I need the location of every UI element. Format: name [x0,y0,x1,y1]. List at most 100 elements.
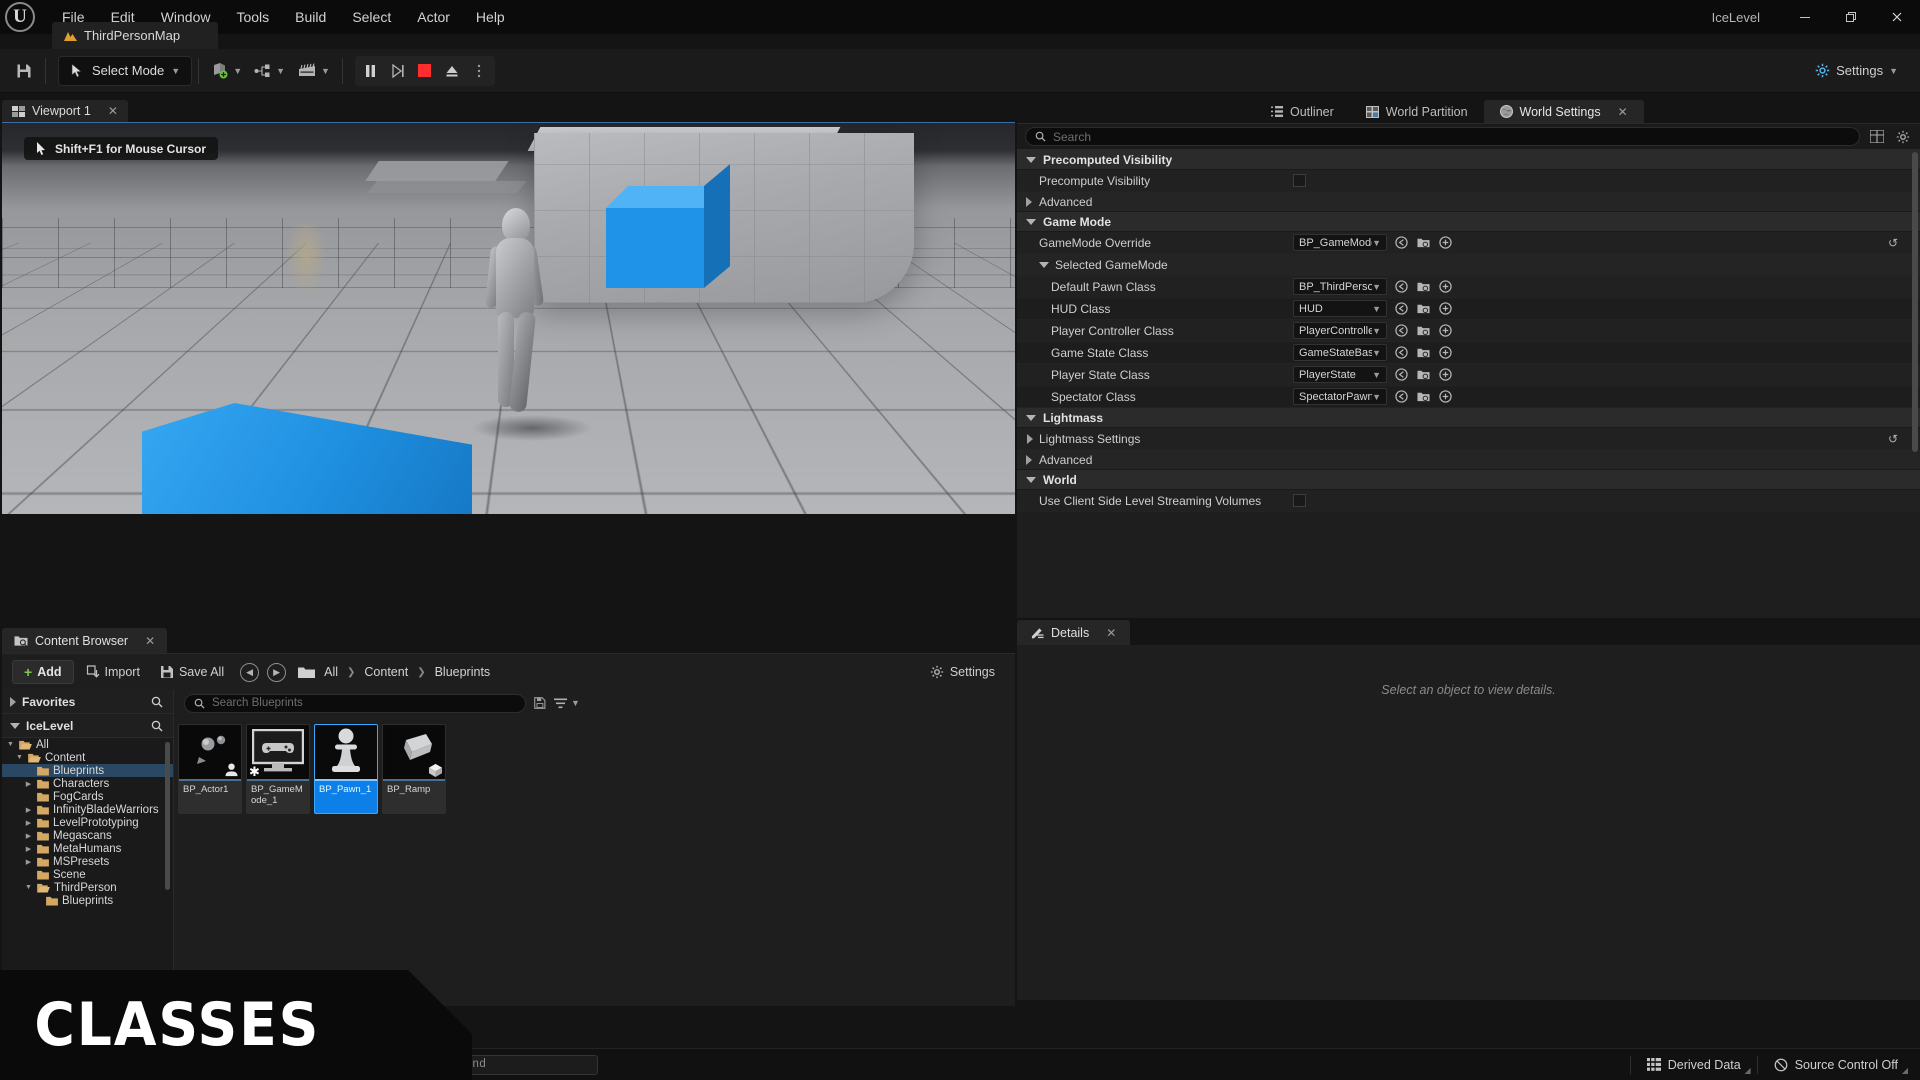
tree-item-levelprototyping[interactable]: ▶ LevelPrototyping [2,816,173,829]
menu-build[interactable]: Build [282,4,339,30]
content-browser-settings-button[interactable]: Settings [922,660,1003,684]
maximize-button[interactable] [1828,0,1874,34]
search-icon-favorites[interactable] [151,696,163,708]
import-button[interactable]: Import [78,660,148,684]
chevron-right-icon[interactable]: ▶ [24,806,33,814]
tab-world-settings[interactable]: World Settings ✕ [1483,100,1644,123]
property-default-pawn-class[interactable]: Default Pawn Class BP_ThirdPersonCh ▼ [1017,276,1920,298]
source-control-button[interactable]: Source Control Off ◢ [1760,1053,1912,1077]
precompute-visibility-checkbox[interactable] [1293,174,1306,187]
chevron-right-icon[interactable]: ▶ [24,858,33,866]
browse-content-icon[interactable] [1416,367,1431,382]
save-icon[interactable] [9,56,39,86]
tree-item-characters[interactable]: ▶ Characters [2,777,173,790]
breadcrumb-all[interactable]: All [319,665,343,679]
property-lightmass-settings[interactable]: Lightmass Settings ↺ [1017,428,1920,450]
world-settings-property-list[interactable]: Precomputed Visibility Precompute Visibi… [1017,150,1920,617]
tree-scroll-area[interactable]: ▼ All ▼ Content Blueprints ▶ Characters FogCard… [2,738,173,1006]
browse-back-icon[interactable] [1394,301,1409,316]
breadcrumb-blueprints[interactable]: Blueprints [430,665,496,679]
menu-tools[interactable]: Tools [223,4,282,30]
select-mode-button[interactable]: Select Mode ▼ [58,55,193,86]
asset-item-bp_gamemode_1[interactable]: ✱ BP_GameMode_1 [246,724,310,814]
hud-class-dropdown[interactable]: HUD ▼ [1293,300,1387,317]
use-selected-icon[interactable] [1438,235,1453,250]
browse-back-icon[interactable] [1394,389,1409,404]
nav-back-icon[interactable]: ◀ [240,662,260,682]
asset-item-bp_ramp[interactable]: BP_Ramp [382,724,446,814]
toolbar-settings-button[interactable]: Settings ▼ [1807,56,1906,86]
cinematics-button[interactable]: ▼ [291,56,336,86]
browse-content-icon[interactable] [1416,323,1431,338]
gamemode-override-dropdown[interactable]: BP_GameMode_1 ▼ [1293,234,1387,251]
use-selected-icon[interactable] [1438,367,1453,382]
browse-back-icon[interactable] [1394,345,1409,360]
spectator-class-dropdown[interactable]: SpectatorPawn ▼ [1293,388,1387,405]
property-precompute-visibility[interactable]: Precompute Visibility [1017,170,1920,192]
tab-details[interactable]: Details ✕ [1017,620,1131,645]
tree-item-thirdperson[interactable]: ▼ ThirdPerson [2,881,173,894]
filter-icon[interactable]: ▼ [554,698,580,709]
asset-item-bp_actor1[interactable]: BP_Actor1 [178,724,242,814]
chevron-right-icon[interactable]: ▶ [24,819,33,827]
tree-item-metahumans[interactable]: ▶ MetaHumans [2,842,173,855]
close-icon-details[interactable]: ✕ [1106,626,1116,640]
tree-item-infinitybladewarriors[interactable]: ▶ InfinityBladeWarriors [2,803,173,816]
tree-scrollbar[interactable] [165,742,170,890]
nav-forward-icon[interactable]: ▶ [267,662,287,682]
close-icon[interactable]: ✕ [108,104,118,118]
client-side-streaming-checkbox[interactable] [1293,494,1306,507]
world-settings-scrollbar[interactable] [1912,152,1918,452]
chevron-down-icon[interactable]: ▼ [24,884,33,891]
tree-item-content[interactable]: ▼ Content [2,751,173,764]
close-icon-world-settings[interactable]: ✕ [1618,105,1628,119]
tree-item-fogcards[interactable]: FogCards [2,790,173,803]
close-button[interactable] [1874,0,1920,34]
property-use-client-side-level-streaming-volumes[interactable]: Use Client Side Level Streaming Volumes [1017,490,1920,512]
browse-content-icon[interactable] [1416,389,1431,404]
save-search-icon[interactable] [534,697,546,709]
property-spectator-class[interactable]: Spectator Class SpectatorPawn ▼ [1017,386,1920,408]
level-tab-thirdpersonmap[interactable]: ThirdPersonMap [52,22,218,49]
property-game-state-class[interactable]: Game State Class GameStateBase ▼ [1017,342,1920,364]
pause-icon[interactable] [358,58,384,84]
blueprints-button[interactable]: ▼ [248,56,291,86]
viewport-character-mannequin[interactable] [480,208,550,438]
tab-content-browser[interactable]: Content Browser ✕ [2,628,168,653]
world-settings-search-input[interactable]: Search [1025,127,1860,146]
browse-back-icon[interactable] [1394,323,1409,338]
browse-content-icon[interactable] [1416,279,1431,294]
subcategory-selected-gamemode[interactable]: Selected GameMode [1017,254,1920,276]
game-state-class-dropdown[interactable]: GameStateBase ▼ [1293,344,1387,361]
favorites-header[interactable]: Favorites [2,690,173,714]
browse-back-icon[interactable] [1394,367,1409,382]
derived-data-button[interactable]: Derived Data ◢ [1633,1053,1755,1077]
use-selected-icon[interactable] [1438,345,1453,360]
close-icon-content-browser[interactable]: ✕ [145,634,155,648]
breadcrumb-content[interactable]: Content [359,665,413,679]
category-advanced-lightmass[interactable]: Advanced [1017,450,1920,470]
property-player-controller-class[interactable]: Player Controller Class PlayerController… [1017,320,1920,342]
tree-item-scene[interactable]: Scene [2,868,173,881]
column-layout-icon[interactable] [1868,128,1886,146]
menu-help[interactable]: Help [463,4,518,30]
tab-outliner[interactable]: Outliner [1255,100,1350,123]
save-all-button[interactable]: Save All [152,660,232,684]
player-controller-class-dropdown[interactable]: PlayerController ▼ [1293,322,1387,339]
tree-item-blueprints[interactable]: Blueprints [2,894,173,907]
reset-to-default-icon[interactable]: ↺ [1888,236,1898,250]
tree-item-mspresets[interactable]: ▶ MSPresets [2,855,173,868]
use-selected-icon[interactable] [1438,389,1453,404]
tree-item-megascans[interactable]: ▶ Megascans [2,829,173,842]
tree-item-all[interactable]: ▼ All [2,738,173,751]
use-selected-icon[interactable] [1438,323,1453,338]
menu-select[interactable]: Select [339,4,404,30]
add-button[interactable]: + Add [12,660,74,684]
use-selected-icon[interactable] [1438,279,1453,294]
menu-actor[interactable]: Actor [404,4,463,30]
eject-icon[interactable] [439,58,465,84]
chevron-down-icon[interactable]: ▼ [15,754,24,761]
browse-back-icon[interactable] [1394,279,1409,294]
tab-viewport-1[interactable]: Viewport 1 ✕ [2,100,128,122]
property-player-state-class[interactable]: Player State Class PlayerState ▼ [1017,364,1920,386]
